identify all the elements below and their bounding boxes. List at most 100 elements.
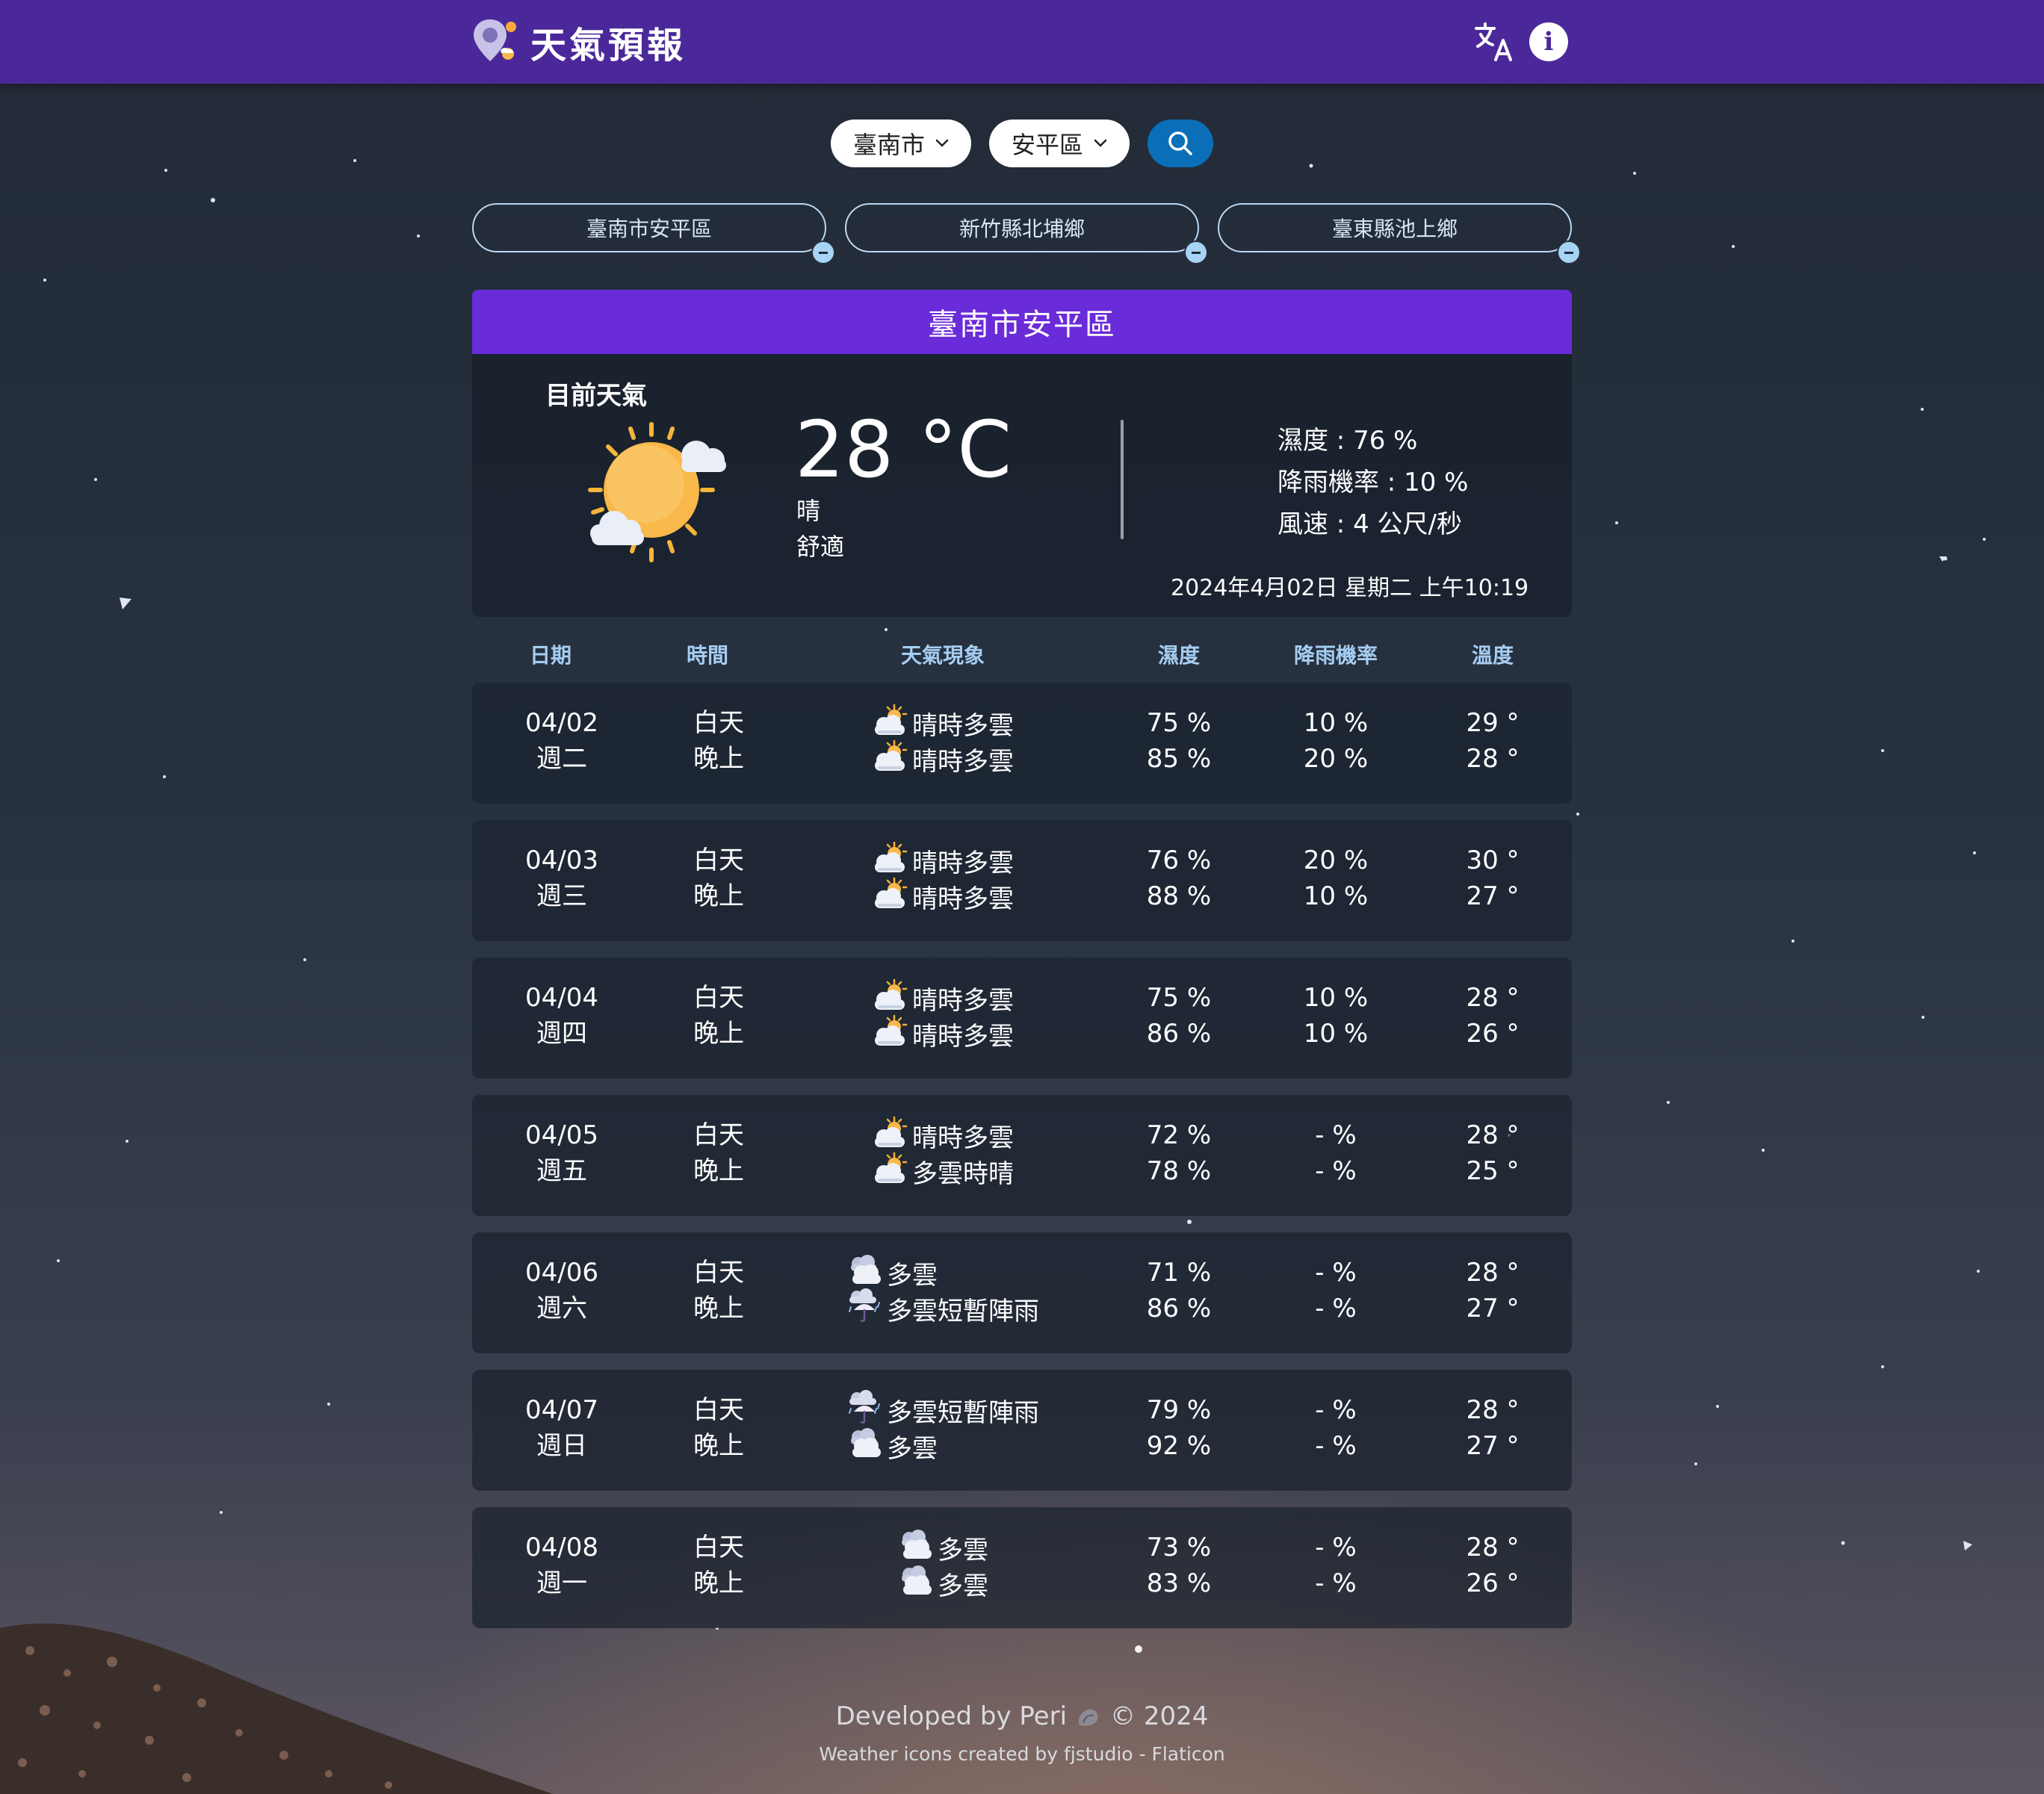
rain-day: 20 % bbox=[1303, 845, 1369, 875]
rain-day: 10 % bbox=[1303, 983, 1369, 1013]
forecast-date-cell: 04/03 週三 bbox=[472, 842, 651, 914]
remove-favorite-button[interactable] bbox=[1557, 240, 1581, 264]
weather-night-text: 晴時多雲 bbox=[912, 746, 1014, 777]
temp-day: 29 ° bbox=[1466, 708, 1520, 738]
humidity-day: 79 % bbox=[1146, 1395, 1212, 1425]
forecast-date-cell: 04/06 週六 bbox=[472, 1255, 651, 1326]
weather-day-text: 多雲 bbox=[887, 1260, 938, 1291]
current-stats: 濕度 : 76 % 降雨機率 : 10 % 風速 : 4 公尺/秒 bbox=[1278, 420, 1468, 545]
temp-night: 27 ° bbox=[1466, 1431, 1520, 1461]
humidity-night: 78 % bbox=[1146, 1156, 1212, 1186]
forecast-weather-cell: 晴時多雲 晴時多雲 bbox=[816, 978, 1070, 1052]
rain-night: - % bbox=[1315, 1568, 1357, 1598]
temp-day: 28 ° bbox=[1466, 1120, 1520, 1150]
forecast-date: 04/04 bbox=[525, 983, 598, 1013]
cloudy-icon bbox=[897, 1528, 933, 1568]
city-select[interactable]: 臺南市 bbox=[831, 120, 971, 167]
current-weather-label: 目前天氣 bbox=[545, 381, 647, 411]
forecast-weather-cell: 多雲 多雲短暫陣雨 bbox=[816, 1254, 1070, 1326]
forecast-weekday: 週日 bbox=[536, 1431, 587, 1461]
temp-night: 26 ° bbox=[1466, 1568, 1520, 1598]
remove-favorite-button[interactable] bbox=[811, 240, 835, 264]
rain-umbrella-icon bbox=[846, 1389, 882, 1432]
favorite-location-3[interactable]: 臺東縣池上鄉 bbox=[1218, 203, 1581, 264]
forecast-weekday: 週二 bbox=[536, 744, 587, 774]
forecast-date-cell: 04/08 週一 bbox=[472, 1530, 651, 1601]
temp-night: 28 ° bbox=[1466, 744, 1520, 774]
forecast-date: 04/02 bbox=[525, 708, 598, 738]
humidity-day: 75 % bbox=[1146, 708, 1212, 738]
period-night: 晚上 bbox=[693, 1568, 744, 1598]
temp-day: 30 ° bbox=[1466, 845, 1520, 875]
forecast-humidity-cell: 76 % 88 % bbox=[1089, 842, 1269, 914]
partly-sunny-icon bbox=[872, 1116, 908, 1155]
humidity-night: 88 % bbox=[1146, 881, 1212, 911]
forecast-row: 04/04 週四 白天 晚上 晴時多雲 晴時多雲 75 % 86 % 10 % 10 % 28 ° 2… bbox=[472, 957, 1572, 1078]
rain-night: 10 % bbox=[1303, 881, 1369, 911]
forecast-date-cell: 04/02 週二 bbox=[472, 705, 651, 777]
header-humidity: 濕度 bbox=[1157, 643, 1200, 668]
forecast-date: 04/05 bbox=[525, 1120, 598, 1150]
district-select-value: 安平區 bbox=[1011, 131, 1083, 159]
forecast-weather-cell: 多雲 多雲 bbox=[816, 1528, 1070, 1601]
period-day: 白天 bbox=[693, 1258, 744, 1288]
info-button[interactable]: i bbox=[1529, 22, 1568, 61]
weather-night-text: 多雲 bbox=[887, 1433, 938, 1464]
humidity-night: 92 % bbox=[1146, 1431, 1212, 1461]
forecast-date-cell: 04/07 週日 bbox=[472, 1392, 651, 1464]
info-icon: i bbox=[1543, 27, 1554, 57]
forecast-rain-cell: 10 % 10 % bbox=[1246, 980, 1425, 1052]
district-select[interactable]: 安平區 bbox=[989, 120, 1130, 167]
forecast-period-cell: 白天 晚上 bbox=[629, 1392, 808, 1464]
weather-day-text: 晴時多雲 bbox=[912, 848, 1014, 878]
forecast-rain-cell: - % - % bbox=[1246, 1255, 1425, 1326]
weather-night-text: 多雲 bbox=[938, 1571, 988, 1601]
weather-day-text: 晴時多雲 bbox=[912, 1123, 1014, 1153]
period-day: 白天 bbox=[693, 1120, 744, 1150]
favorite-location-1[interactable]: 臺南市安平區 bbox=[472, 203, 835, 264]
weather-day-text: 多雲 bbox=[938, 1535, 988, 1565]
rain-day: - % bbox=[1315, 1533, 1357, 1562]
top-navbar: 天氣預報 i bbox=[0, 0, 2044, 84]
brand[interactable]: 天氣預報 bbox=[471, 18, 686, 66]
partly-sunny-icon bbox=[872, 877, 908, 916]
weather-day-text: 晴時多雲 bbox=[912, 985, 1014, 1016]
current-condition-block: 晴 舒適 bbox=[796, 493, 844, 565]
hill-silhouette bbox=[0, 1623, 553, 1794]
temp-day: 28 ° bbox=[1466, 983, 1520, 1013]
temp-day: 28 ° bbox=[1466, 1258, 1520, 1288]
partly-sunny-icon bbox=[872, 1152, 908, 1191]
current-wind-speed: 風速 : 4 公尺/秒 bbox=[1278, 509, 1462, 539]
icon-attribution: Weather icons created by fjstudio - Flat… bbox=[819, 1743, 1225, 1765]
current-temperature: 28 °C bbox=[795, 404, 1012, 495]
forecast-temp-cell: 28 ° 25 ° bbox=[1403, 1117, 1582, 1189]
favorite-location-2[interactable]: 新竹縣北埔鄉 bbox=[845, 203, 1208, 264]
footer-credit: Developed by Peri © 2024 bbox=[0, 1701, 2044, 1731]
current-weather-card: 目前天氣 28 °C 晴 舒適 濕度 : 76 % 降雨機率 : 10 % 風速… bbox=[472, 354, 1572, 617]
translate-button[interactable] bbox=[1472, 19, 1517, 64]
header-rain-chance: 降雨機率 bbox=[1293, 643, 1378, 668]
forecast-rain-cell: - % - % bbox=[1246, 1117, 1425, 1189]
temp-day: 28 ° bbox=[1466, 1533, 1520, 1562]
period-night: 晚上 bbox=[693, 1431, 744, 1461]
weather-night-text: 晴時多雲 bbox=[912, 1021, 1014, 1052]
search-button[interactable] bbox=[1148, 120, 1213, 167]
forecast-date-cell: 04/05 週五 bbox=[472, 1117, 651, 1189]
remove-favorite-button[interactable] bbox=[1184, 240, 1208, 264]
period-day: 白天 bbox=[693, 1395, 744, 1425]
forecast-temp-cell: 28 ° 27 ° bbox=[1403, 1255, 1582, 1326]
rain-day: 10 % bbox=[1303, 708, 1369, 738]
header-time: 時間 bbox=[686, 643, 728, 668]
partly-sunny-icon bbox=[872, 978, 908, 1018]
forecast-temp-cell: 28 ° 27 ° bbox=[1403, 1392, 1582, 1464]
location-title: 臺南市安平區 bbox=[472, 290, 1572, 354]
forecast-period-cell: 白天 晚上 bbox=[629, 705, 808, 777]
humidity-day: 71 % bbox=[1146, 1258, 1212, 1288]
temp-night: 26 ° bbox=[1466, 1019, 1520, 1049]
period-day: 白天 bbox=[693, 983, 744, 1013]
temp-night: 25 ° bbox=[1466, 1156, 1520, 1186]
header-date: 日期 bbox=[529, 643, 572, 668]
weather-day-text: 多雲短暫陣雨 bbox=[887, 1397, 1039, 1428]
temp-night: 27 ° bbox=[1466, 1294, 1520, 1323]
humidity-day: 75 % bbox=[1146, 983, 1212, 1013]
